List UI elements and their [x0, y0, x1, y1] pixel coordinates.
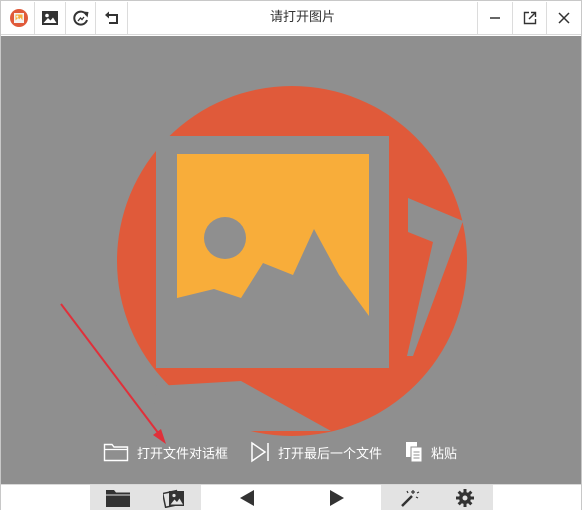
paste-label: 粘贴 — [431, 446, 458, 462]
gear-icon — [456, 488, 474, 507]
folder-icon — [106, 489, 130, 507]
rotate-button[interactable] — [66, 2, 96, 34]
app-logo-watermark — [117, 86, 467, 436]
maximize-icon — [523, 11, 536, 25]
app-window: 请打开图片 打开文件对话框 打开最后一个文件 粘贴 — [0, 0, 582, 510]
play-outline-icon — [250, 441, 270, 463]
undo-button[interactable] — [96, 2, 128, 34]
image-icon — [42, 11, 58, 25]
close-button[interactable] — [546, 2, 581, 34]
minimize-button[interactable] — [477, 2, 512, 34]
open-image-button[interactable] — [35, 2, 66, 34]
bottom-toolbar — [1, 484, 581, 510]
magic-wand-button[interactable] — [381, 485, 437, 510]
next-image-button[interactable] — [292, 485, 381, 510]
previous-image-button[interactable] — [201, 485, 292, 510]
prev-icon — [239, 489, 254, 506]
open-file-dialog-action[interactable]: 打开文件对话框 — [103, 439, 228, 465]
minimize-icon — [490, 17, 500, 19]
gallery-icon — [162, 489, 184, 508]
window-title: 请打开图片 — [269, 10, 335, 25]
app-logo-icon[interactable] — [3, 2, 35, 34]
open-file-dialog-label: 打开文件对话框 — [137, 446, 229, 462]
rotate-icon — [72, 10, 88, 26]
image-canvas[interactable]: 打开文件对话框 打开最后一个文件 粘贴 — [1, 36, 581, 484]
maximize-button[interactable] — [512, 2, 546, 34]
close-icon — [558, 12, 570, 24]
magic-wand-icon — [401, 489, 420, 507]
title-bar: 请打开图片 — [1, 1, 581, 35]
settings-button[interactable] — [437, 485, 493, 510]
folder-outline-icon — [103, 442, 129, 462]
undo-icon — [104, 11, 118, 24]
open-folder-button[interactable] — [90, 485, 146, 510]
open-last-file-action[interactable]: 打开最后一个文件 — [250, 439, 382, 465]
next-icon — [329, 489, 344, 506]
paste-action[interactable]: 粘贴 — [405, 439, 457, 465]
open-last-file-label: 打开最后一个文件 — [278, 446, 383, 462]
paste-icon — [405, 441, 423, 463]
gallery-button[interactable] — [146, 485, 201, 510]
